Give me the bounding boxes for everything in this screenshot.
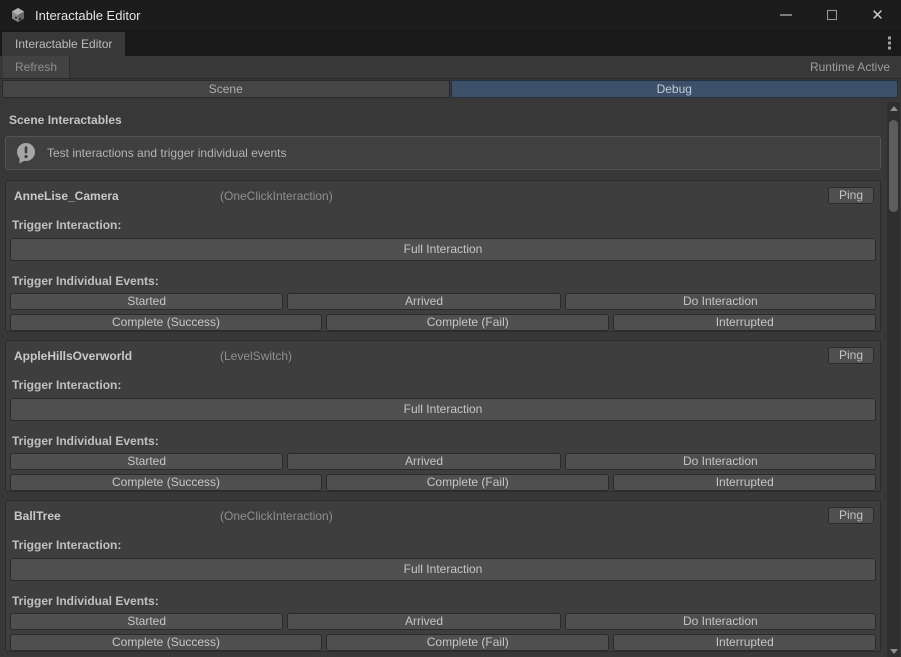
section-header: AppleHillsOverworld (LevelSwitch) Ping: [12, 348, 874, 366]
event-button-row: Complete (Success) Complete (Fail) Inter…: [10, 474, 876, 491]
scroll-up-button[interactable]: [887, 102, 900, 114]
do-interaction-button[interactable]: Do Interaction: [565, 613, 876, 630]
complete-fail-button[interactable]: Complete (Fail): [326, 634, 609, 651]
tab-scene[interactable]: Scene: [2, 80, 450, 98]
tab-debug[interactable]: Debug: [451, 80, 899, 98]
maximize-icon: [827, 10, 837, 20]
vertical-scrollbar[interactable]: [887, 102, 900, 657]
window-title: Interactable Editor: [35, 8, 141, 23]
alert-bubble-icon: [14, 141, 38, 165]
interactable-name: BallTree: [14, 509, 61, 523]
titlebar: Interactable Editor ✕: [0, 0, 901, 30]
info-text: Test interactions and trigger individual…: [47, 146, 286, 160]
refresh-button[interactable]: Refresh: [3, 56, 70, 78]
interactable-editor-window: Interactable Editor ✕ Interactable Edito…: [0, 0, 901, 657]
complete-success-button[interactable]: Complete (Success): [10, 474, 322, 491]
unity-cube-icon: [10, 7, 26, 23]
close-icon: ✕: [871, 8, 884, 23]
started-button[interactable]: Started: [10, 293, 283, 310]
complete-fail-button[interactable]: Complete (Fail): [326, 314, 609, 331]
scroll-down-button[interactable]: [887, 645, 900, 657]
ping-button[interactable]: Ping: [828, 347, 874, 364]
interactable-section: BallTree (OneClickInteraction) Ping Trig…: [5, 500, 881, 652]
toolbar: Refresh Runtime Active: [0, 56, 901, 79]
debug-panel: Scene Interactables Test interactions an…: [0, 100, 901, 657]
page-title: Scene Interactables: [9, 113, 881, 127]
ping-button[interactable]: Ping: [828, 507, 874, 524]
arrived-button[interactable]: Arrived: [287, 453, 560, 470]
interactable-name: AnneLise_Camera: [14, 189, 119, 203]
event-button-row: Complete (Success) Complete (Fail) Inter…: [10, 634, 876, 651]
arrived-button[interactable]: Arrived: [287, 293, 560, 310]
mode-tabs: Scene Debug: [2, 80, 898, 98]
complete-success-button[interactable]: Complete (Success): [10, 634, 322, 651]
minimize-icon: [780, 14, 792, 16]
minimize-button[interactable]: [775, 4, 796, 26]
event-button-row: Started Arrived Do Interaction: [10, 613, 876, 630]
interactable-type: (OneClickInteraction): [220, 189, 333, 203]
interrupted-button[interactable]: Interrupted: [613, 314, 876, 331]
close-button[interactable]: ✕: [867, 4, 888, 26]
runtime-active-label: Runtime Active: [810, 56, 901, 78]
complete-success-button[interactable]: Complete (Success): [10, 314, 322, 331]
trigger-interaction-label: Trigger Interaction:: [12, 378, 874, 392]
info-box: Test interactions and trigger individual…: [5, 136, 881, 170]
window-controls: ✕: [750, 4, 901, 26]
event-button-row: Started Arrived Do Interaction: [10, 293, 876, 310]
chevron-up-icon: [890, 106, 898, 111]
interactable-type: (OneClickInteraction): [220, 509, 333, 523]
section-header: AnneLise_Camera (OneClickInteraction) Pi…: [12, 188, 874, 206]
editor-tabstrip: Interactable Editor: [0, 30, 901, 56]
kebab-menu-icon[interactable]: [888, 37, 891, 50]
arrived-button[interactable]: Arrived: [287, 613, 560, 630]
started-button[interactable]: Started: [10, 613, 283, 630]
do-interaction-button[interactable]: Do Interaction: [565, 453, 876, 470]
maximize-button[interactable]: [821, 4, 842, 26]
started-button[interactable]: Started: [10, 453, 283, 470]
trigger-events-label: Trigger Individual Events:: [12, 594, 874, 608]
scrollbar-thumb[interactable]: [889, 120, 898, 212]
event-button-row: Complete (Success) Complete (Fail) Inter…: [10, 314, 876, 331]
interrupted-button[interactable]: Interrupted: [613, 634, 876, 651]
chevron-down-icon: [890, 649, 898, 654]
ping-button[interactable]: Ping: [828, 187, 874, 204]
interactable-type: (LevelSwitch): [220, 349, 292, 363]
full-interaction-button[interactable]: Full Interaction: [10, 398, 876, 421]
trigger-interaction-label: Trigger Interaction:: [12, 218, 874, 232]
event-button-row: Started Arrived Do Interaction: [10, 453, 876, 470]
trigger-interaction-label: Trigger Interaction:: [12, 538, 874, 552]
section-header: BallTree (OneClickInteraction) Ping: [12, 508, 874, 526]
tab-interactable-editor[interactable]: Interactable Editor: [2, 32, 125, 56]
interactable-name: AppleHillsOverworld: [14, 349, 132, 363]
interrupted-button[interactable]: Interrupted: [613, 474, 876, 491]
interactable-section: AppleHillsOverworld (LevelSwitch) Ping T…: [5, 340, 881, 492]
full-interaction-button[interactable]: Full Interaction: [10, 238, 876, 261]
complete-fail-button[interactable]: Complete (Fail): [326, 474, 609, 491]
do-interaction-button[interactable]: Do Interaction: [565, 293, 876, 310]
trigger-events-label: Trigger Individual Events:: [12, 274, 874, 288]
trigger-events-label: Trigger Individual Events:: [12, 434, 874, 448]
interactable-section: AnneLise_Camera (OneClickInteraction) Pi…: [5, 180, 881, 332]
full-interaction-button[interactable]: Full Interaction: [10, 558, 876, 581]
